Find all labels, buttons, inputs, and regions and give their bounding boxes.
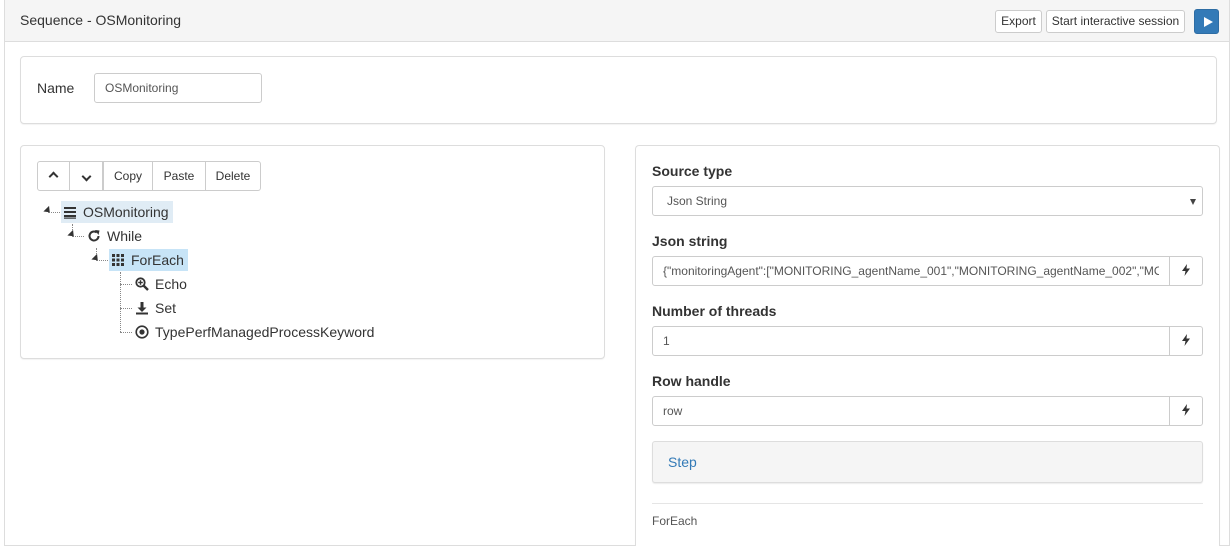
source-type-select[interactable]: Json String: [652, 186, 1203, 216]
copy-button[interactable]: Copy: [103, 161, 153, 191]
row-handle-label: Row handle: [652, 373, 731, 389]
tree-node-label: TypePerfManagedProcessKeyword: [155, 324, 375, 340]
delete-button[interactable]: Delete: [205, 161, 261, 191]
record-icon: [135, 325, 149, 339]
name-section: Name: [20, 56, 1217, 124]
tree-node-set[interactable]: Set: [133, 297, 180, 319]
zoom-in-icon: [135, 277, 149, 291]
flash-icon: [1182, 333, 1190, 346]
tree-node-echo[interactable]: Echo: [133, 273, 191, 295]
name-input[interactable]: [94, 73, 262, 103]
tree-node-foreach[interactable]: ForEach: [109, 249, 188, 271]
flash-icon: [1182, 263, 1190, 276]
run-button[interactable]: [1194, 9, 1219, 34]
footer-node-type: ForEach: [652, 514, 698, 528]
json-string-label: Json string: [652, 233, 728, 249]
move-up-button[interactable]: [37, 161, 70, 191]
properties-section: Source type Json String Json string Numb…: [635, 145, 1220, 546]
sequence-panel: Sequence - OSMonitoring Export Start int…: [4, 0, 1230, 546]
threads-label: Number of threads: [652, 303, 777, 319]
play-icon: [1204, 17, 1213, 27]
json-string-dynamic-button[interactable]: [1169, 256, 1203, 286]
name-label: Name: [37, 80, 75, 96]
collapse-toggle[interactable]: [67, 229, 77, 240]
collapse-toggle[interactable]: [91, 253, 101, 264]
tree-node-osmonitoring[interactable]: OSMonitoring: [61, 201, 173, 223]
list-icon: [64, 207, 76, 219]
source-type-label: Source type: [652, 163, 733, 179]
source-type-value: Json String: [667, 194, 728, 208]
refresh-icon: [88, 230, 100, 242]
step-link[interactable]: Step: [668, 454, 697, 470]
caret-down-icon: [1190, 199, 1196, 205]
grid-icon: [112, 254, 124, 266]
paste-button[interactable]: Paste: [152, 161, 206, 191]
tree-node-label: ForEach: [131, 252, 184, 268]
page-title: Sequence - OSMonitoring: [20, 12, 182, 28]
start-interactive-session-button[interactable]: Start interactive session: [1046, 10, 1185, 33]
row-handle-group: [652, 396, 1203, 426]
tree-node-typeperf[interactable]: TypePerfManagedProcessKeyword: [133, 321, 378, 343]
download-icon: [136, 302, 148, 315]
collapse-toggle[interactable]: [43, 205, 53, 216]
export-button[interactable]: Export: [995, 10, 1042, 33]
divider: [652, 503, 1203, 504]
tree-node-label: OSMonitoring: [83, 204, 169, 220]
json-string-group: [652, 256, 1203, 286]
step-panel-header[interactable]: Step: [652, 441, 1203, 483]
row-handle-input[interactable]: [652, 396, 1170, 426]
tree-node-while[interactable]: While: [85, 225, 146, 247]
threads-input[interactable]: [652, 326, 1170, 356]
tree-section: Copy Paste Delete OSMonitoring While For…: [20, 145, 605, 359]
threads-dynamic-button[interactable]: [1169, 326, 1203, 356]
json-string-input[interactable]: [652, 256, 1170, 286]
tree-node-label: Set: [155, 300, 177, 316]
chevron-down-icon: [81, 171, 91, 182]
row-handle-dynamic-button[interactable]: [1169, 396, 1203, 426]
threads-group: [652, 326, 1203, 356]
tree-node-label: While: [107, 228, 143, 244]
move-down-button[interactable]: [69, 161, 103, 191]
panel-header: Sequence - OSMonitoring Export Start int…: [5, 0, 1229, 42]
flash-icon: [1182, 403, 1190, 416]
tree-node-label: Echo: [155, 276, 187, 292]
chevron-up-icon: [48, 171, 59, 182]
